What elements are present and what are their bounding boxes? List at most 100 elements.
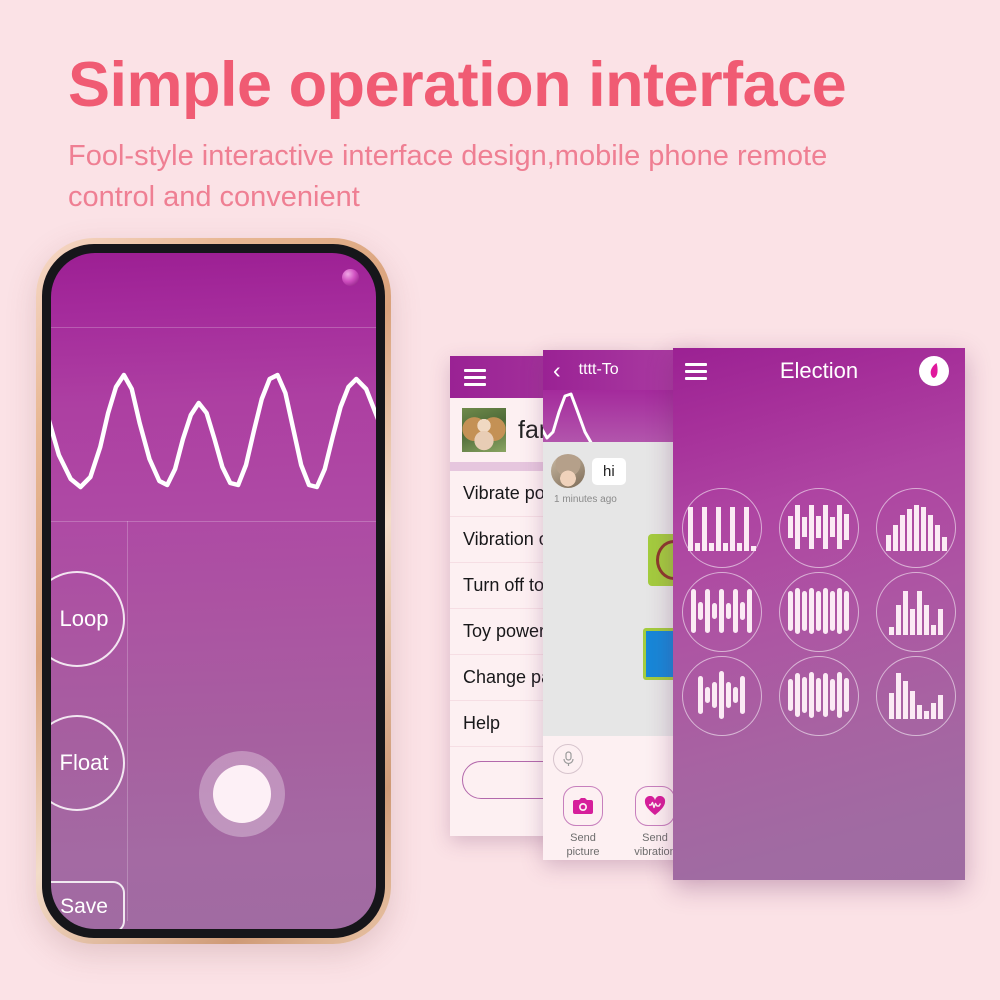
pattern-bar — [747, 589, 753, 633]
pattern-bar — [896, 673, 902, 719]
float-button[interactable]: Float — [51, 715, 125, 811]
camera-dot-icon — [342, 269, 359, 286]
pattern-bars — [889, 671, 944, 719]
app-logo-icon[interactable] — [919, 356, 949, 386]
pattern-bar — [733, 687, 739, 703]
pattern-center-peak[interactable] — [681, 656, 762, 736]
pattern-bar — [795, 505, 801, 549]
pattern-bar — [830, 591, 836, 631]
pattern-bar — [823, 673, 829, 717]
pattern-bars — [788, 671, 850, 719]
vibration-waveform — [51, 327, 376, 521]
pattern-alternating[interactable] — [778, 488, 859, 568]
pattern-bar — [701, 507, 707, 551]
pattern-bar — [941, 537, 947, 551]
pattern-bar — [743, 507, 749, 551]
heart-vibration-icon[interactable] — [635, 786, 675, 826]
chat-bubble: hi — [592, 457, 626, 485]
pattern-bar — [729, 507, 735, 551]
pattern-round-dense[interactable] — [778, 656, 859, 736]
pattern-hill[interactable] — [876, 488, 957, 568]
pattern-bars — [889, 587, 944, 635]
send-picture-action[interactable]: Send picture — [555, 786, 611, 860]
pattern-bar — [889, 693, 895, 719]
contact-avatar — [551, 454, 585, 488]
save-button[interactable]: Save — [51, 881, 125, 929]
pattern-bar — [924, 711, 930, 719]
pattern-bar — [816, 591, 822, 631]
pattern-bar — [809, 505, 815, 549]
pattern-bar — [719, 671, 725, 719]
phone-bezel: Loop Float Save — [42, 244, 385, 938]
page-title: Simple operation interface — [68, 50, 847, 120]
pattern-bar — [733, 589, 739, 633]
divider-bottom — [51, 521, 376, 522]
patterns-card: Election — [673, 348, 965, 880]
pattern-bar — [837, 505, 843, 549]
loop-button[interactable]: Loop — [51, 571, 125, 667]
camera-icon[interactable] — [563, 786, 603, 826]
patterns-topbar: Election — [673, 348, 965, 394]
pattern-bar — [809, 588, 815, 634]
pattern-bar — [823, 505, 829, 549]
pattern-bar — [931, 703, 937, 719]
pattern-bar — [830, 679, 836, 711]
pattern-pulse-spikes[interactable] — [681, 488, 762, 568]
hamburger-icon[interactable] — [464, 365, 486, 390]
pattern-bar — [910, 609, 916, 635]
pattern-bar — [830, 517, 836, 537]
intensity-knob[interactable] — [199, 751, 285, 837]
pattern-round-alternating[interactable] — [681, 572, 762, 652]
pattern-bar — [913, 505, 919, 551]
pattern-bar — [920, 507, 926, 551]
pattern-bar — [934, 525, 940, 551]
pattern-bar — [740, 676, 746, 714]
pattern-bar — [715, 507, 721, 551]
send-picture-label: Send picture — [566, 832, 599, 860]
patterns-grid — [673, 488, 965, 736]
pattern-bar — [906, 509, 912, 551]
pattern-bar — [927, 515, 933, 551]
pattern-bar — [938, 609, 944, 635]
header-block: Simple operation interface Fool-style in… — [68, 52, 968, 218]
pattern-bar — [924, 605, 930, 635]
pattern-bars — [788, 503, 850, 551]
pattern-bar — [712, 682, 718, 708]
intensity-knob-center — [213, 765, 271, 823]
pattern-round-uniform[interactable] — [778, 572, 859, 652]
pattern-bar — [705, 687, 711, 703]
pattern-bar — [844, 591, 850, 631]
pattern-bar — [719, 589, 725, 633]
pattern-mixed-bars[interactable] — [876, 572, 957, 652]
send-picture-label-line1: Send — [570, 832, 596, 844]
pattern-bar — [823, 588, 829, 634]
pattern-bar — [802, 591, 808, 631]
divider-column — [127, 521, 128, 921]
phone-screen: Loop Float Save — [51, 253, 376, 929]
pattern-bar — [837, 672, 843, 718]
pattern-bar — [903, 591, 909, 635]
pattern-bar — [705, 589, 711, 633]
pattern-descending[interactable] — [876, 656, 957, 736]
hamburger-icon[interactable] — [685, 359, 707, 384]
pattern-bar — [903, 681, 909, 719]
pattern-bar — [885, 535, 891, 551]
pattern-bar — [802, 677, 808, 713]
pattern-bar — [899, 515, 905, 551]
chat-title: tttt-To — [578, 361, 619, 378]
pattern-bar — [844, 514, 850, 540]
pattern-bar — [816, 678, 822, 712]
pattern-bar — [722, 543, 728, 551]
pattern-bars — [885, 503, 947, 551]
pattern-bar — [687, 507, 693, 551]
pattern-bar — [708, 543, 714, 551]
pattern-bar — [892, 525, 898, 551]
pattern-bar — [795, 588, 801, 634]
microphone-icon[interactable] — [553, 744, 583, 774]
back-chevron-icon[interactable]: ‹ — [553, 358, 561, 382]
pattern-bar — [698, 602, 704, 620]
pattern-bars — [691, 587, 753, 635]
pattern-bar — [795, 673, 801, 717]
send-vibration-label-line1: Send — [642, 832, 668, 844]
send-vibration-label: Send vibration — [634, 832, 676, 860]
